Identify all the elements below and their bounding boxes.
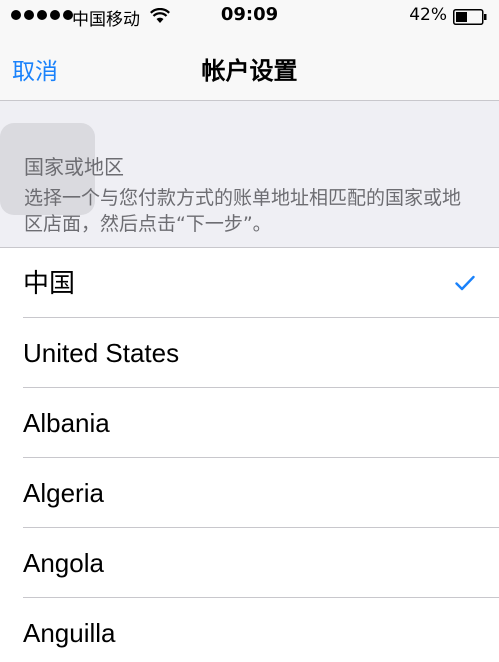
country-row[interactable]: Angola	[0, 528, 499, 598]
battery-icon	[453, 9, 487, 25]
country-row[interactable]: 中国	[0, 248, 499, 318]
battery-percent: 42%	[409, 5, 447, 25]
country-section-header: 国家或地区 选择一个与您付款方式的账单地址相匹配的国家或地区店面，然后点击“下一…	[0, 101, 499, 248]
country-label: United States	[23, 338, 180, 368]
section-description: 选择一个与您付款方式的账单地址相匹配的国家或地区店面，然后点击“下一步”。	[24, 187, 462, 235]
checkmark-icon	[455, 275, 475, 291]
navigation-bar: 取消 帐户设置	[0, 34, 499, 100]
country-label: Angola	[23, 548, 104, 578]
country-label: 中国	[23, 268, 76, 298]
status-bar: 中国移动 09:09 42%	[0, 0, 499, 34]
country-row[interactable]: Anguilla	[0, 598, 499, 662]
country-row[interactable]: Albania	[0, 388, 499, 458]
country-row[interactable]: United States	[0, 318, 499, 388]
top-bar: 中国移动 09:09 42% 取消 帐户设置	[0, 0, 499, 101]
country-label: Anguilla	[23, 618, 116, 648]
section-title: 国家或地区	[24, 155, 124, 179]
country-list: 中国 United States Albania Algeria Angola …	[0, 248, 499, 662]
screen: 中国移动 09:09 42% 取消 帐户设置 国家或地区 选择一个与您付款方式的…	[0, 0, 499, 662]
page-title: 帐户设置	[201, 57, 298, 85]
country-label: Albania	[23, 408, 110, 438]
country-row[interactable]: Algeria	[0, 458, 499, 528]
country-label: Algeria	[23, 478, 104, 508]
